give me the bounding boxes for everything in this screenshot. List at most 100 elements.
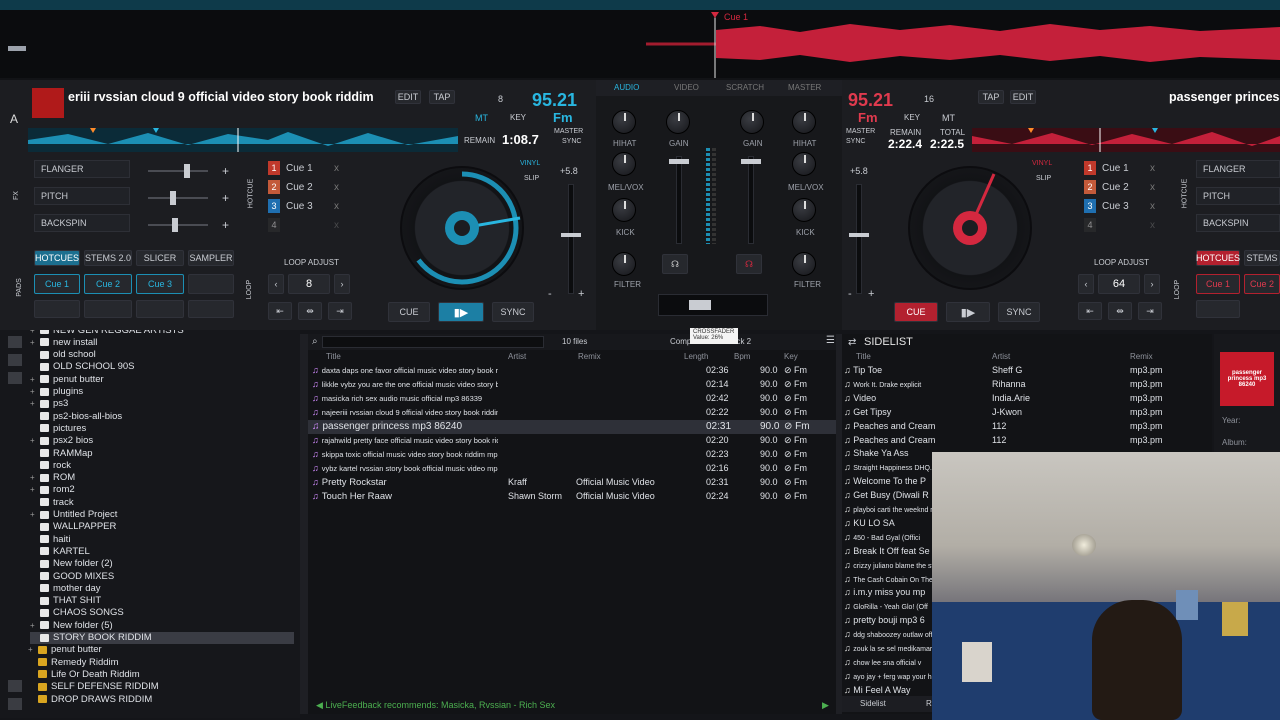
tree-folder[interactable]: + New folder (5) (30, 619, 113, 631)
play-pause-button[interactable]: ▮▶ (946, 302, 990, 322)
tree-folder[interactable]: KARTEL (30, 545, 90, 557)
hotcue-1[interactable]: 1 Cue 1 x (268, 160, 348, 176)
tree-folder[interactable]: GOOD MIXES (30, 570, 114, 582)
kick-knob-right[interactable] (792, 198, 816, 222)
volume-fader-right[interactable] (741, 156, 761, 244)
hotcue-3[interactable]: 3 Cue 3 x (268, 198, 348, 214)
gain-knob-left[interactable] (666, 110, 690, 134)
col-title[interactable]: Title (326, 352, 341, 361)
hihat-knob-right[interactable] (792, 110, 816, 134)
list-item[interactable]: ♫ Peaches and Cream 112 mp3.pm (842, 434, 1204, 448)
tab-master[interactable]: MASTER (788, 83, 821, 92)
fader-handle[interactable] (741, 159, 761, 164)
tree-folder[interactable]: mother day (30, 582, 101, 594)
mt-label[interactable]: MT (475, 113, 488, 123)
table-row[interactable]: ♫ daxta daps one favor official music vid… (308, 364, 838, 378)
left-jog-wheel[interactable] (400, 166, 524, 290)
sync-button[interactable]: SYNC (492, 302, 534, 322)
loop-out-icon[interactable]: ⇥ (328, 302, 352, 320)
list-item[interactable]: ♫ Peaches and Cream 112 mp3.pm (842, 420, 1204, 434)
tree-folder[interactable]: + plugins (30, 386, 83, 398)
pad-empty[interactable] (34, 300, 80, 318)
col-key[interactable]: Key (784, 352, 798, 361)
tree-folder[interactable]: + Untitled Project (30, 509, 117, 521)
cue-delete-icon[interactable]: x (334, 220, 339, 231)
col-bpm[interactable]: Bpm (734, 352, 750, 361)
right-deck-waveform[interactable] (972, 128, 1280, 152)
table-row[interactable]: ♫ Touch Her Raaw Shawn Storm Official Music… (308, 490, 838, 504)
cue-delete-icon[interactable]: x (334, 182, 339, 193)
menu-icon[interactable]: ☰ (826, 335, 835, 346)
loop-icon[interactable]: ⇹ (1108, 302, 1132, 320)
pad-empty[interactable] (136, 300, 184, 318)
list-item[interactable]: ♫ Tip Toe Sheff G mp3.pm (842, 364, 1204, 378)
left-deck-waveform[interactable] (28, 128, 458, 152)
table-row[interactable]: ♫ najeeriii rvssian cloud 9 official vide… (308, 406, 838, 420)
tree-folder[interactable]: + penut butter (30, 373, 104, 385)
tree-folder[interactable]: rock (30, 459, 71, 471)
fx-pitch[interactable]: PITCH (34, 187, 130, 205)
tab-sampler[interactable]: SAMPLER (188, 250, 234, 266)
loop-out-icon[interactable]: ⇥ (1138, 302, 1162, 320)
expand-icon[interactable]: + (30, 436, 40, 445)
tab-scratch[interactable]: SCRATCH (726, 83, 764, 92)
tree-folder[interactable]: old school (30, 349, 96, 361)
vinyl-label[interactable]: VINYL (1032, 160, 1052, 167)
tap-button[interactable]: TAP (429, 90, 455, 104)
pad-cue-1[interactable]: Cue 1 (1196, 274, 1240, 294)
tab-hotcues[interactable]: HOTCUES (1196, 250, 1240, 266)
tree-folder[interactable]: DROP DRAWS RIDDIM (28, 693, 152, 705)
fx-backspin[interactable]: BACKSPIN (34, 214, 130, 232)
fx-add-icon[interactable]: + (222, 191, 229, 205)
pad-cue-2[interactable]: Cue 2 (1244, 274, 1280, 294)
tab-stems[interactable]: STEMS (1244, 250, 1280, 266)
tree-folder[interactable]: pictures (30, 422, 86, 434)
slip-label[interactable]: SLIP (1036, 175, 1051, 182)
kick-knob-left[interactable] (612, 198, 636, 222)
sync-button[interactable]: SYNC (998, 302, 1040, 322)
tree-folder[interactable]: + NEW GEN REGGAE ARTISTS (30, 330, 184, 336)
cue-button[interactable]: CUE (388, 302, 430, 322)
cue-delete-icon[interactable]: x (1150, 201, 1155, 212)
expand-icon[interactable]: + (28, 645, 38, 654)
loop-prev-button[interactable]: ‹ (1078, 274, 1094, 294)
table-row[interactable]: ♫ skippa toxic official music video story… (308, 448, 838, 462)
pad-cue-3[interactable]: Cue 3 (136, 274, 184, 294)
pitch-minus[interactable]: - (548, 288, 552, 300)
col-artist[interactable]: Artist (992, 352, 1010, 361)
list-item[interactable]: ♫ Get Tipsy J-Kwon mp3.pm (842, 406, 1204, 420)
tree-folder[interactable]: New folder (2) (30, 558, 113, 570)
loop-size[interactable]: 64 (1098, 274, 1140, 294)
edit-button[interactable]: EDIT (395, 90, 421, 104)
expand-icon[interactable]: + (30, 485, 40, 494)
loop-size[interactable]: 8 (288, 274, 330, 294)
tree-folder[interactable]: + ps3 (30, 398, 68, 410)
melvox-knob-left[interactable] (612, 152, 636, 176)
hotcue-3[interactable]: 3 Cue 3 x (1084, 198, 1164, 214)
side-icon-4[interactable] (8, 680, 22, 692)
tab-hotcues[interactable]: HOTCUES (34, 250, 80, 266)
hotcue-1[interactable]: 1 Cue 1 x (1084, 160, 1164, 176)
tree-folder[interactable]: CHAOS SONGS (30, 607, 124, 619)
table-row[interactable]: ♫ Pretty Rockstar Kraff Official Music Vide… (308, 476, 838, 490)
expand-icon[interactable]: + (30, 330, 40, 335)
expand-icon[interactable]: + (30, 621, 40, 630)
tab-video[interactable]: VIDEO (674, 83, 699, 92)
tab-other[interactable]: R (926, 699, 932, 708)
expand-icon[interactable]: + (30, 387, 40, 396)
pitch-fader-handle[interactable] (849, 233, 869, 237)
table-row[interactable]: ♫ masicka rich sex audio music official m… (308, 392, 838, 406)
side-icon-3[interactable] (8, 372, 22, 384)
pitch-fader[interactable] (849, 184, 869, 294)
cue-delete-icon[interactable]: x (1150, 182, 1155, 193)
pad-cue-2[interactable]: Cue 2 (84, 274, 132, 294)
col-artist[interactable]: Artist (508, 352, 526, 361)
list-item[interactable]: ♫ Work It. Drake explicit Rihanna mp3.pm (842, 378, 1204, 392)
loop-icon[interactable]: ⇹ (298, 302, 322, 320)
headphone-left-icon[interactable]: ☊ (662, 254, 688, 274)
side-icon-5[interactable] (8, 698, 22, 710)
pitch-minus[interactable]: - (848, 288, 852, 300)
cue-delete-icon[interactable]: x (1150, 163, 1155, 174)
tree-folder[interactable]: Remedy Riddim (28, 656, 119, 668)
crossfader[interactable] (658, 294, 768, 316)
